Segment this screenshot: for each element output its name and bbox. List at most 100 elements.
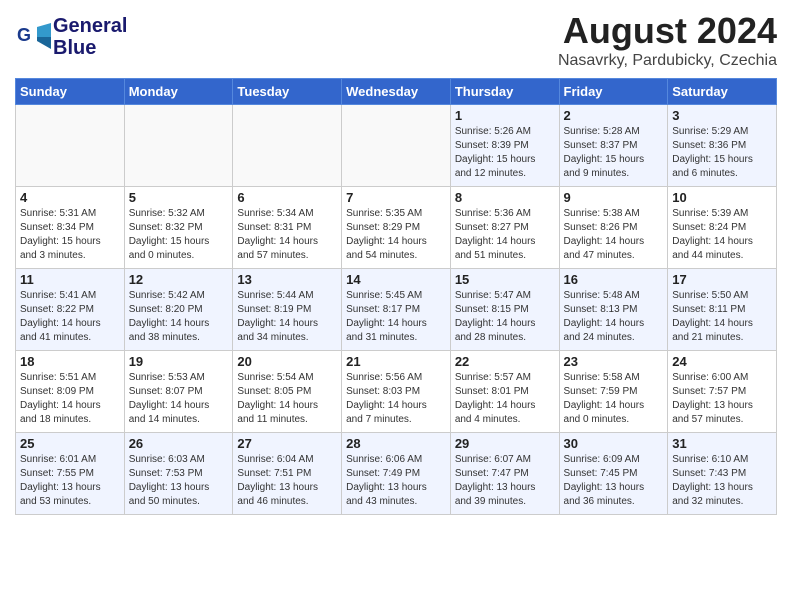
day-number: 7	[346, 190, 446, 205]
day-info: Sunrise: 5:35 AMSunset: 8:29 PMDaylight:…	[346, 207, 446, 263]
day-info: Sunrise: 5:32 AMSunset: 8:32 PMDaylight:…	[129, 207, 229, 263]
calendar-week-1: 1 Sunrise: 5:26 AMSunset: 8:39 PMDaylight…	[16, 105, 777, 187]
calendar-cell: 29Sunrise: 6:07 AMSunset: 7:47 PMDayligh…	[450, 433, 559, 515]
calendar-cell: 27Sunrise: 6:04 AMSunset: 7:51 PMDayligh…	[233, 433, 342, 515]
day-info: Sunrise: 5:41 AMSunset: 8:22 PMDaylight:…	[20, 289, 120, 345]
calendar-cell: 6 Sunrise: 5:34 AMSunset: 8:31 PMDaylight…	[233, 187, 342, 269]
day-info: Sunrise: 5:51 AMSunset: 8:09 PMDaylight:…	[20, 371, 120, 427]
day-header-friday: Friday	[559, 79, 668, 105]
calendar-cell: 8 Sunrise: 5:36 AMSunset: 8:27 PMDaylight…	[450, 187, 559, 269]
day-number: 3	[672, 108, 772, 123]
calendar-cell: 14Sunrise: 5:45 AMSunset: 8:17 PMDayligh…	[342, 269, 451, 351]
calendar-week-2: 4 Sunrise: 5:31 AMSunset: 8:34 PMDaylight…	[16, 187, 777, 269]
day-info: Sunrise: 5:57 AMSunset: 8:01 PMDaylight:…	[455, 371, 555, 427]
calendar-week-5: 25Sunrise: 6:01 AMSunset: 7:55 PMDayligh…	[16, 433, 777, 515]
location-subtitle: Nasavrky, Pardubicky, Czechia	[558, 52, 777, 70]
day-info: Sunrise: 6:06 AMSunset: 7:49 PMDaylight:…	[346, 453, 446, 509]
day-number: 12	[129, 272, 229, 287]
day-info: Sunrise: 5:56 AMSunset: 8:03 PMDaylight:…	[346, 371, 446, 427]
day-number: 6	[237, 190, 337, 205]
day-number: 1	[455, 108, 555, 123]
day-info: Sunrise: 5:36 AMSunset: 8:27 PMDaylight:…	[455, 207, 555, 263]
calendar-cell: 15 Sunrise: 5:47 AMSunset: 8:15 PMDayligh…	[450, 269, 559, 351]
calendar-cell: 12 Sunrise: 5:42 AMSunset: 8:20 PMDayligh…	[124, 269, 233, 351]
day-info: Sunrise: 5:26 AMSunset: 8:39 PMDaylight:…	[455, 125, 555, 181]
calendar-cell: 4 Sunrise: 5:31 AMSunset: 8:34 PMDaylight…	[16, 187, 125, 269]
day-info: Sunrise: 5:47 AMSunset: 8:15 PMDaylight:…	[455, 289, 555, 345]
day-number: 13	[237, 272, 337, 287]
calendar-cell: 24Sunrise: 6:00 AMSunset: 7:57 PMDayligh…	[668, 351, 777, 433]
svg-text:G: G	[17, 25, 31, 45]
day-number: 25	[20, 436, 120, 451]
calendar-header-row: SundayMondayTuesdayWednesdayThursdayFrid…	[16, 79, 777, 105]
calendar-cell: 5Sunrise: 5:32 AMSunset: 8:32 PMDaylight…	[124, 187, 233, 269]
page-header: G General Blue August 2024 Nasavrky, Par…	[15, 10, 777, 70]
day-number: 10	[672, 190, 772, 205]
day-info: Sunrise: 6:09 AMSunset: 7:45 PMDaylight:…	[564, 453, 664, 509]
day-number: 29	[455, 436, 555, 451]
calendar-cell: 7 Sunrise: 5:35 AMSunset: 8:29 PMDaylight…	[342, 187, 451, 269]
calendar-cell: 3 Sunrise: 5:29 AMSunset: 8:36 PMDaylight…	[668, 105, 777, 187]
calendar-cell: 23 Sunrise: 5:58 AMSunset: 7:59 PMDayligh…	[559, 351, 668, 433]
calendar-cell: 28 Sunrise: 6:06 AMSunset: 7:49 PMDayligh…	[342, 433, 451, 515]
day-number: 20	[237, 354, 337, 369]
day-info: Sunrise: 5:31 AMSunset: 8:34 PMDaylight:…	[20, 207, 120, 263]
calendar-cell: 18 Sunrise: 5:51 AMSunset: 8:09 PMDayligh…	[16, 351, 125, 433]
day-info: Sunrise: 5:53 AMSunset: 8:07 PMDaylight:…	[129, 371, 229, 427]
calendar-cell: 25Sunrise: 6:01 AMSunset: 7:55 PMDayligh…	[16, 433, 125, 515]
month-title: August 2024	[558, 10, 777, 52]
day-number: 28	[346, 436, 446, 451]
day-number: 26	[129, 436, 229, 451]
calendar-cell: 31Sunrise: 6:10 AMSunset: 7:43 PMDayligh…	[668, 433, 777, 515]
day-info: Sunrise: 5:54 AMSunset: 8:05 PMDaylight:…	[237, 371, 337, 427]
day-info: Sunrise: 6:00 AMSunset: 7:57 PMDaylight:…	[672, 371, 772, 427]
day-info: Sunrise: 5:39 AMSunset: 8:24 PMDaylight:…	[672, 207, 772, 263]
day-header-tuesday: Tuesday	[233, 79, 342, 105]
day-number: 15	[455, 272, 555, 287]
day-info: Sunrise: 5:58 AMSunset: 7:59 PMDaylight:…	[564, 371, 664, 427]
day-info: Sunrise: 5:50 AMSunset: 8:11 PMDaylight:…	[672, 289, 772, 345]
calendar-table: SundayMondayTuesdayWednesdayThursdayFrid…	[15, 78, 777, 515]
day-header-wednesday: Wednesday	[342, 79, 451, 105]
day-number: 17	[672, 272, 772, 287]
calendar-cell: 1 Sunrise: 5:26 AMSunset: 8:39 PMDaylight…	[450, 105, 559, 187]
day-number: 22	[455, 354, 555, 369]
day-number: 18	[20, 354, 120, 369]
day-number: 4	[20, 190, 120, 205]
calendar-body: 1 Sunrise: 5:26 AMSunset: 8:39 PMDaylight…	[16, 105, 777, 515]
calendar-cell: 9Sunrise: 5:38 AMSunset: 8:26 PMDaylight…	[559, 187, 668, 269]
day-number: 21	[346, 354, 446, 369]
day-number: 30	[564, 436, 664, 451]
title-block: August 2024 Nasavrky, Pardubicky, Czechi…	[558, 10, 777, 70]
day-number: 11	[20, 272, 120, 287]
day-header-saturday: Saturday	[668, 79, 777, 105]
day-info: Sunrise: 5:48 AMSunset: 8:13 PMDaylight:…	[564, 289, 664, 345]
day-number: 16	[564, 272, 664, 287]
calendar-cell: 11 Sunrise: 5:41 AMSunset: 8:22 PMDayligh…	[16, 269, 125, 351]
day-info: Sunrise: 5:28 AMSunset: 8:37 PMDaylight:…	[564, 125, 664, 181]
calendar-cell	[16, 105, 125, 187]
day-number: 23	[564, 354, 664, 369]
calendar-cell: 30 Sunrise: 6:09 AMSunset: 7:45 PMDayligh…	[559, 433, 668, 515]
day-header-monday: Monday	[124, 79, 233, 105]
day-info: Sunrise: 5:42 AMSunset: 8:20 PMDaylight:…	[129, 289, 229, 345]
calendar-cell: 22 Sunrise: 5:57 AMSunset: 8:01 PMDayligh…	[450, 351, 559, 433]
day-header-sunday: Sunday	[16, 79, 125, 105]
calendar-cell	[124, 105, 233, 187]
day-info: Sunrise: 5:45 AMSunset: 8:17 PMDaylight:…	[346, 289, 446, 345]
calendar-cell: 13Sunrise: 5:44 AMSunset: 8:19 PMDayligh…	[233, 269, 342, 351]
day-number: 8	[455, 190, 555, 205]
calendar-week-4: 18 Sunrise: 5:51 AMSunset: 8:09 PMDayligh…	[16, 351, 777, 433]
calendar-week-3: 11 Sunrise: 5:41 AMSunset: 8:22 PMDayligh…	[16, 269, 777, 351]
day-info: Sunrise: 5:34 AMSunset: 8:31 PMDaylight:…	[237, 207, 337, 263]
calendar-cell: 16 Sunrise: 5:48 AMSunset: 8:13 PMDayligh…	[559, 269, 668, 351]
calendar-cell	[233, 105, 342, 187]
calendar-cell: 10 Sunrise: 5:39 AMSunset: 8:24 PMDayligh…	[668, 187, 777, 269]
calendar-cell: 19 Sunrise: 5:53 AMSunset: 8:07 PMDayligh…	[124, 351, 233, 433]
day-info: Sunrise: 5:29 AMSunset: 8:36 PMDaylight:…	[672, 125, 772, 181]
day-header-thursday: Thursday	[450, 79, 559, 105]
calendar-cell: 21 Sunrise: 5:56 AMSunset: 8:03 PMDayligh…	[342, 351, 451, 433]
day-number: 19	[129, 354, 229, 369]
day-number: 2	[564, 108, 664, 123]
day-info: Sunrise: 6:04 AMSunset: 7:51 PMDaylight:…	[237, 453, 337, 509]
